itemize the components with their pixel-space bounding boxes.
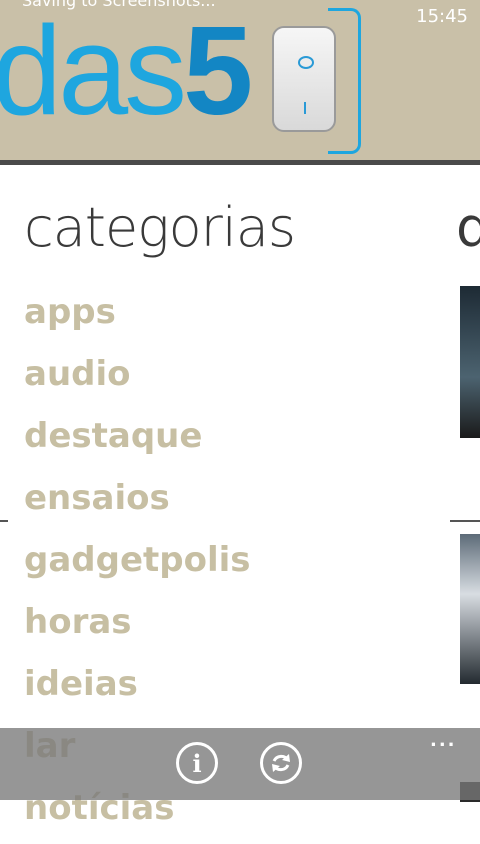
more-icon[interactable]: ... [430,730,457,751]
header-divider [0,160,480,165]
logo-bracket [328,8,361,154]
switch-logo-icon [272,26,336,132]
category-item-gadgetpolis[interactable]: gadgetpolis [24,534,251,596]
switch-off-mark [298,56,314,69]
application-bar [0,728,480,800]
app-logo: das5 [0,6,253,136]
category-item-horas[interactable]: horas [24,596,251,658]
category-item-apps[interactable]: apps [24,286,251,348]
refresh-icon[interactable] [260,742,302,784]
article-thumbnail[interactable] [460,534,480,684]
logo-text-b: 5 [183,0,253,141]
next-section-title-peek[interactable]: d [456,196,480,259]
article-thumbnail[interactable] [460,286,480,438]
category-item-audio[interactable]: audio [24,348,251,410]
info-icon[interactable]: i [176,742,218,784]
article-divider [450,520,480,522]
section-title: categorias [24,196,296,259]
category-item-destaque[interactable]: destaque [24,410,251,472]
logo-text-a: das [0,0,187,141]
status-time: 15:45 [416,6,468,27]
panorama-edge-marker [0,520,8,522]
refresh-glyph [272,754,290,772]
switch-on-mark [304,102,306,114]
category-item-ideias[interactable]: ideias [24,658,251,720]
app-header: Saving to Screenshots... 15:45 das5 [0,0,480,160]
category-item-ensaios[interactable]: ensaios [24,472,251,534]
